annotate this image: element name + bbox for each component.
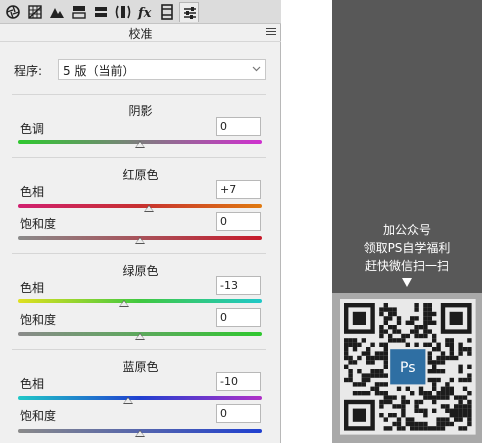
green-hue-slider[interactable]	[18, 299, 262, 303]
panel-menu-icon[interactable]	[266, 28, 276, 37]
shadows-tint-input[interactable]: 0	[216, 117, 261, 136]
camera-raw-panel: fx 校准 程序: 5 版（当前） 阴影 色调 0 红原色 色相 +7 饱和度 …	[0, 0, 281, 443]
blue-hue-label: 色相	[20, 377, 45, 391]
slider-thumb[interactable]	[135, 333, 145, 340]
promo-sidebar: 加公众号 领取PS自学福利 赶快微信扫一扫 Ps	[332, 0, 482, 443]
slider-thumb[interactable]	[135, 430, 145, 437]
promo-line-2: 领取PS自学福利	[363, 241, 451, 255]
promo-line-1: 加公众号	[382, 223, 431, 237]
process-version-value: 5 版（当前）	[63, 64, 135, 78]
section-divider	[12, 349, 266, 350]
qr-code: Ps	[340, 299, 476, 435]
process-version-select[interactable]: 5 版（当前）	[58, 59, 266, 80]
photoshop-logo: Ps	[388, 347, 428, 387]
slider-thumb[interactable]	[135, 237, 145, 244]
chevron-down-icon	[252, 66, 261, 72]
split-toning-icon	[72, 6, 86, 19]
svg-text:fx: fx	[137, 6, 152, 20]
shadows-tint-label: 色调	[20, 122, 45, 136]
mountains-icon	[50, 8, 64, 18]
blue-hue-slider[interactable]	[18, 396, 262, 400]
tab-effects[interactable]: fx	[135, 2, 155, 22]
lens-icon	[115, 5, 131, 19]
promo-line-3: 赶快微信扫一扫	[364, 259, 449, 273]
red-saturation-input[interactable]: 0	[216, 212, 261, 231]
panel-tab-bar: fx	[0, 0, 281, 24]
grid-icon	[28, 5, 42, 19]
tab-tone-curve[interactable]	[25, 2, 45, 22]
green-saturation-label: 饱和度	[20, 313, 57, 327]
qr-code-area: Ps	[332, 293, 482, 443]
section-divider	[12, 94, 266, 95]
panel-header: 校准	[0, 24, 281, 42]
detail-icon	[95, 7, 107, 17]
process-label: 程序:	[14, 64, 43, 78]
slider-thumb[interactable]	[143, 205, 154, 212]
blue-saturation-label: 饱和度	[20, 409, 57, 423]
panel-title: 校准	[128, 27, 153, 41]
white-gap	[282, 0, 332, 443]
blue-hue-input[interactable]: -10	[216, 372, 261, 391]
slider-thumb[interactable]	[135, 141, 145, 148]
tab-camera-calibration-film[interactable]	[157, 2, 177, 22]
film-icon	[161, 4, 173, 20]
slider-thumb[interactable]	[122, 397, 133, 404]
red-hue-slider[interactable]	[18, 204, 262, 208]
tab-detail[interactable]	[47, 2, 67, 22]
green-saturation-input[interactable]: 0	[216, 308, 261, 327]
green-hue-input[interactable]: -13	[216, 276, 261, 295]
down-arrow-icon	[402, 278, 412, 287]
tab-split-toning[interactable]	[91, 2, 111, 22]
tab-hsl[interactable]	[69, 2, 89, 22]
slider-thumb[interactable]	[119, 300, 130, 307]
section-divider	[12, 253, 266, 254]
tab-calibration[interactable]	[179, 2, 199, 22]
red-hue-label: 色相	[20, 185, 45, 199]
sliders-icon	[184, 7, 196, 19]
red-saturation-label: 饱和度	[20, 217, 57, 231]
tab-basic[interactable]	[3, 2, 23, 22]
red-hue-input[interactable]: +7	[216, 180, 261, 199]
green-hue-label: 色相	[20, 281, 45, 295]
aperture-icon	[6, 5, 20, 19]
section-divider	[12, 157, 266, 158]
tab-lens-corrections[interactable]	[113, 2, 133, 22]
blue-saturation-input[interactable]: 0	[216, 404, 261, 423]
fx-icon: fx	[137, 6, 152, 20]
photoshop-logo-text: Ps	[400, 360, 416, 376]
